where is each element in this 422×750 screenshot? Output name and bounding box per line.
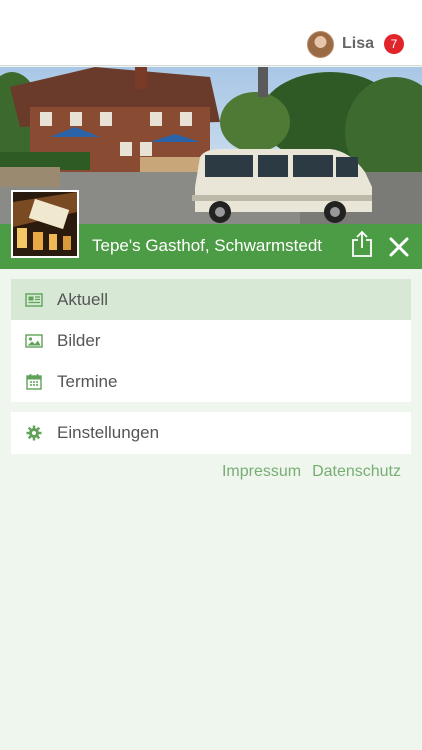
venue-title: Tepe's Gasthof, Schwarmstedt (92, 236, 323, 255)
close-button[interactable] (387, 235, 411, 259)
menu-item-label: Termine (57, 371, 118, 391)
menu-item-termine[interactable]: Termine (11, 361, 411, 402)
menu-item-einstellungen[interactable]: Einstellungen (11, 412, 411, 454)
avatar[interactable] (306, 30, 334, 58)
image-icon (25, 332, 43, 350)
notification-badge[interactable]: 7 (384, 34, 404, 54)
user-profile[interactable]: Lisa 7 (306, 29, 404, 59)
menu-item-aktuell[interactable]: Aktuell (11, 279, 411, 320)
gear-icon (25, 424, 43, 442)
newspaper-icon (25, 291, 43, 309)
menu-item-label: Einstellungen (57, 423, 160, 442)
venue-thumbnail (11, 190, 79, 258)
datenschutz-link[interactable]: Datenschutz (312, 463, 401, 481)
main-menu: Aktuell Bilder Termine (11, 279, 411, 402)
menu-item-label: Bilder (57, 330, 101, 350)
settings-menu: Einstellungen (11, 412, 411, 454)
share-icon (352, 230, 372, 257)
menu-item-label: Aktuell (57, 289, 109, 309)
calendar-icon (25, 373, 43, 391)
footer-links: Impressum Datenschutz (222, 463, 401, 481)
share-button[interactable] (350, 230, 374, 258)
user-name: Lisa (341, 35, 374, 52)
close-icon (389, 237, 409, 257)
impressum-link[interactable]: Impressum (222, 463, 301, 481)
top-bar: Lisa 7 (0, 0, 422, 66)
menu-item-bilder[interactable]: Bilder (11, 320, 411, 361)
